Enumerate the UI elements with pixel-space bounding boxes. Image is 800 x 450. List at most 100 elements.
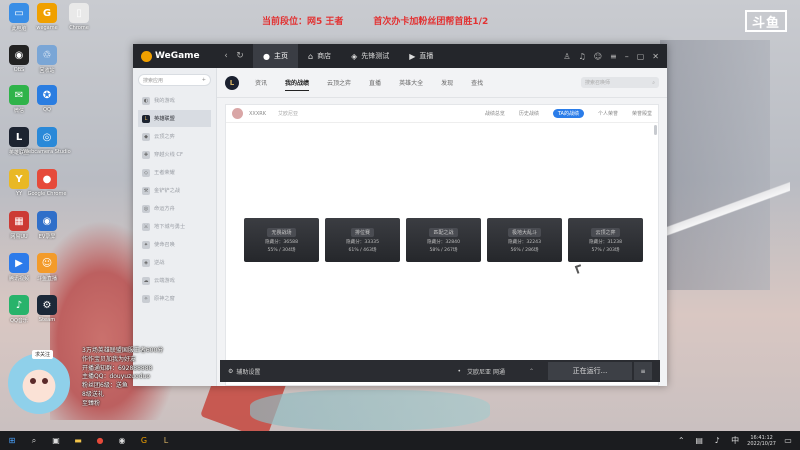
tshirt-icon[interactable]: ♙ [563, 52, 570, 61]
desktop-icon[interactable]: Gwegame [32, 3, 62, 31]
desktop-icon-label: Chrome [69, 25, 89, 31]
back-arrow-icon[interactable]: ‹ [219, 51, 233, 61]
sidebar-item-game[interactable]: ✧ 原神之窗 [138, 290, 211, 307]
tab-store[interactable]: ⌂ 商店 [298, 44, 341, 68]
mode-card[interactable]: 匹配之战 隐藏分：32840 58% / 267场 [406, 218, 481, 262]
mode-score: 隐藏分：32243 [508, 239, 541, 245]
desktop-icon[interactable]: ✪ QQ [32, 85, 62, 113]
obs-icon[interactable]: ◉ [116, 435, 128, 447]
desktop-icon-label: YY [15, 191, 23, 197]
sidebar-item-game[interactable]: ✦ 使命召唤 [138, 236, 211, 253]
mouse-cursor-icon [574, 264, 584, 274]
desktop-icon[interactable]: ▯ Chrome [64, 3, 94, 31]
player-avatar[interactable] [232, 108, 243, 119]
desktop-icon[interactable]: ● Google Chrome [28, 169, 66, 197]
wegame-taskbar-icon[interactable]: G [138, 435, 150, 447]
folder-icon[interactable]: ▬ [72, 435, 84, 447]
sidebar-item-game[interactable]: ◐ 我的游戏 [138, 92, 211, 109]
chrome-icon[interactable]: ● [94, 435, 106, 447]
lol-taskbar-icon[interactable]: L [160, 435, 172, 447]
game-nav-tab[interactable]: 发现 [441, 75, 453, 91]
desktop-icon-label: OBS [13, 67, 25, 73]
desktop-icon[interactable]: ◎ Webcamera Studio [23, 127, 71, 155]
stream-top-overlay: 当前段位：网5 王者 首次办卡加粉丝团帮首胜1/2 [262, 14, 488, 27]
record-tab[interactable]: 战绩总览 [485, 110, 505, 117]
running-button[interactable]: 正在运行... [548, 362, 632, 380]
tab-home[interactable]: ● 主页 [253, 44, 298, 68]
wegame-window: WeGame ‹ ↻ ● 主页 ⌂ 商店 ◈ 先锋测试 ▶ 直播 ♙ ♫ ☺ ≡ – ▢… [133, 44, 667, 386]
system-clock[interactable]: 16:41:12 2022/10/27 [747, 435, 776, 447]
menu-icon[interactable]: ≡ [610, 52, 617, 61]
sidebar-item-game[interactable]: ◈ 逆战 [138, 254, 211, 271]
chevron-up-icon[interactable]: ⌃ [529, 368, 534, 375]
game-nav-tab[interactable]: 资讯 [255, 75, 267, 91]
desktop-icon[interactable]: ▭ 此电脑 [4, 3, 34, 32]
close-icon[interactable]: ✕ [652, 52, 659, 61]
sidebar-item-game[interactable]: L 英雄联盟 [138, 110, 211, 127]
desktop-icon-label: QQ [43, 107, 51, 113]
sidebar-item-game[interactable]: ⚔ 地下城与勇士 [138, 218, 211, 235]
sidebar-item-game[interactable]: ◎ 命运方舟 [138, 200, 211, 217]
game-nav-tab[interactable]: 云顶之弈 [327, 75, 351, 91]
record-tab[interactable]: 荣誉殿堂 [632, 110, 652, 117]
desktop-icon[interactable]: ▦ 网易UU [4, 211, 34, 240]
game-nav-tab[interactable]: 英雄大全 [399, 75, 423, 91]
mode-name: 极地大乱斗 [507, 227, 541, 237]
add-icon[interactable]: + [202, 77, 206, 83]
desktop-icon[interactable]: ⚙ Steam [32, 295, 62, 323]
game-nav-tab[interactable]: 我的战绩 [285, 75, 310, 91]
wegame-body: 搜索应用 + ◐ 我的游戏 L 英雄联盟 ◆ 云顶之弈 ✚ 穿越火线 CF ◇ 王者荣耀 ⚒ 金铲铲之… [133, 68, 667, 386]
record-tab[interactable]: 个人荣誉 [598, 110, 618, 117]
notification-icon[interactable]: ▭ [782, 435, 794, 447]
desktop-icon[interactable]: ♲ 回收站 [32, 45, 62, 74]
wegame-titlebar[interactable]: WeGame ‹ ↻ ● 主页 ⌂ 商店 ◈ 先锋测试 ▶ 直播 ♙ ♫ ☺ ≡ – ▢… [133, 44, 667, 68]
game-nav: L 资讯 我的战绩 云顶之弈 直播 英雄大全 发现 查找 搜索召唤师 ⌕ [217, 68, 667, 98]
tab-live[interactable]: ▶ 直播 [399, 44, 443, 68]
app-icon: ▯ [69, 3, 89, 23]
hamburger-menu-icon[interactable]: ≡ [634, 362, 652, 380]
record-panel: XXXRK 艾欧尼亚 战绩总览 历史战绩 TA的战绩 个人荣誉 荣誉殿堂 无畏战场 隐藏分… [225, 104, 659, 386]
search-icon[interactable]: ⌕ [652, 80, 655, 86]
ime-icon[interactable]: 中 [729, 435, 741, 447]
desktop-icon[interactable]: ◉ EV录屏 [32, 211, 62, 240]
game-nav-tab[interactable]: 直播 [369, 75, 381, 91]
app-search-input[interactable]: 搜索应用 + [138, 74, 211, 86]
sidebar-item-game[interactable]: ◆ 云顶之弈 [138, 128, 211, 145]
game-nav-tab[interactable]: 查找 [471, 75, 483, 91]
scrollbar[interactable] [654, 125, 657, 135]
desktop-icon[interactable]: ♪ QQ音乐 [4, 295, 34, 324]
record-tab[interactable]: TA的战绩 [552, 109, 584, 118]
desktop-icon[interactable]: ✉ 微信 [4, 85, 34, 114]
network-icon[interactable]: ▤ [693, 435, 705, 447]
volume-icon[interactable]: ♪ [711, 435, 723, 447]
sidebar-item-game[interactable]: ⚒ 金铲铲之战 [138, 182, 211, 199]
user-avatar-icon[interactable]: ☺ [594, 52, 602, 61]
tray-up-icon[interactable]: ⌃ [675, 435, 687, 447]
sidebar-item-game[interactable]: ◇ 王者荣耀 [138, 164, 211, 181]
mode-card[interactable]: 极地大乱斗 隐藏分：32243 56% / 286场 [487, 218, 562, 262]
desktop-icon-label: 网易UU [10, 234, 28, 240]
region-selector[interactable]: • 艾欧尼亚 网通 [458, 367, 505, 376]
record-tab[interactable]: 历史战绩 [519, 110, 539, 117]
desktop-icon[interactable]: ◉ OBS [4, 45, 34, 73]
maximize-icon[interactable]: ▢ [637, 52, 645, 61]
refresh-icon[interactable]: ↻ [233, 51, 247, 61]
taskbar-search-icon[interactable]: ⌕ [28, 435, 40, 447]
desktop-icon-label: Steam [38, 317, 56, 323]
tab-vanguard[interactable]: ◈ 先锋测试 [341, 44, 399, 68]
mode-card[interactable]: 排位赛 隐藏分：33335 61% / 463场 [325, 218, 400, 262]
mode-card[interactable]: 无畏战场 隐藏分：36588 55% / 304场 [244, 218, 319, 262]
sidebar-item-game[interactable]: ✚ 穿越火线 CF [138, 146, 211, 163]
app-icon: ▭ [9, 3, 29, 23]
windows-start-icon[interactable]: ⊞ [6, 435, 18, 447]
tab-label: 先锋测试 [361, 52, 390, 60]
desktop-icon[interactable]: ▶ 腾讯视频 [4, 253, 34, 282]
bell-icon[interactable]: ♫ [579, 52, 586, 61]
desktop-icon[interactable]: ☺ 斗鱼直播 [32, 253, 62, 282]
task-view-icon[interactable]: ▣ [50, 435, 62, 447]
mode-card[interactable]: 云顶之弈 隐藏分：31238 57% / 303场 [568, 218, 643, 262]
minimize-icon[interactable]: – [625, 52, 629, 61]
summoner-search-input[interactable]: 搜索召唤师 ⌕ [581, 77, 659, 88]
assist-settings-button[interactable]: ⚙ 辅助设置 [228, 367, 260, 376]
sidebar-item-game[interactable]: ☁ 云端游戏 [138, 272, 211, 289]
